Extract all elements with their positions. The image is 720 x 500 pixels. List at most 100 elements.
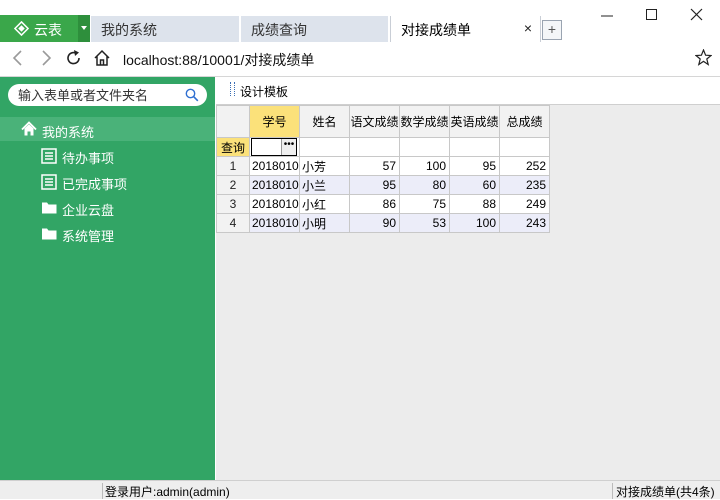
design-template-button[interactable]: 设计模板 — [240, 83, 288, 100]
column-header[interactable]: 姓名 — [299, 105, 350, 138]
tab-label: 成绩查询 — [251, 22, 307, 38]
address-bar: localhost:88/10001/对接成绩单 — [0, 42, 720, 77]
tab-score-sheet[interactable]: 对接成绩单 × — [390, 16, 541, 42]
toolbar-grip-icon — [230, 82, 235, 96]
row-number: 3 — [216, 194, 250, 214]
sidebar-item-cloud-drive[interactable]: 企业云盘 — [0, 197, 215, 219]
back-icon[interactable] — [10, 49, 26, 67]
search-input[interactable] — [18, 86, 178, 104]
query-row: 查询 ••• — [216, 137, 550, 157]
folder-icon — [42, 228, 57, 240]
cell-english[interactable]: 88 — [449, 194, 500, 214]
sidebar-item-label: 企业云盘 — [62, 203, 115, 218]
form-toolbar: 设计模板 — [216, 77, 720, 104]
cell-math[interactable]: 75 — [399, 194, 450, 214]
query-label: 查询 — [216, 137, 250, 157]
column-header[interactable]: 语文成绩 — [349, 105, 400, 138]
sidebar-item-my-system[interactable]: 我的系统 — [0, 117, 215, 141]
tab-close-icon[interactable]: × — [524, 20, 532, 36]
query-cell-id[interactable]: ••• — [249, 137, 300, 157]
cell-total[interactable]: 235 — [499, 175, 550, 195]
cell-name[interactable]: 小明 — [299, 213, 350, 233]
column-header[interactable]: 总成绩 — [499, 105, 550, 138]
cell-chinese[interactable]: 57 — [349, 156, 400, 176]
sidebar-search — [8, 84, 207, 106]
cell-id[interactable]: 2018010 — [249, 194, 300, 214]
search-icon[interactable] — [185, 88, 199, 102]
row-number: 4 — [216, 213, 250, 233]
app-dropdown-button[interactable] — [78, 15, 90, 42]
close-window-icon[interactable] — [690, 8, 704, 22]
home-icon — [21, 121, 37, 136]
cell-english[interactable]: 100 — [449, 213, 500, 233]
table-header-row: 学号 姓名 语文成绩 数学成绩 英语成绩 总成绩 — [216, 105, 550, 138]
tab-label: 对接成绩单 — [401, 22, 471, 38]
query-cell[interactable] — [299, 137, 350, 157]
cell-id[interactable]: 2018010 — [249, 175, 300, 195]
sidebar-item-label: 待办事项 — [62, 151, 115, 166]
list-icon — [41, 148, 57, 164]
login-user-status: 登录用户:admin(admin) — [102, 483, 230, 499]
cell-name[interactable]: 小芳 — [299, 156, 350, 176]
more-icon[interactable]: ••• — [281, 139, 296, 155]
cell-english[interactable]: 60 — [449, 175, 500, 195]
url-text[interactable]: localhost:88/10001/对接成绩单 — [123, 50, 314, 70]
minimize-icon[interactable] — [600, 9, 614, 23]
column-header[interactable]: 数学成绩 — [399, 105, 450, 138]
title-bar: 云表 我的系统 成绩查询 对接成绩单 × + — [0, 0, 720, 42]
cell-total[interactable]: 252 — [499, 156, 550, 176]
table-row[interactable]: 1 2018010 小芳 57 100 95 252 — [216, 156, 550, 176]
cell-chinese[interactable]: 86 — [349, 194, 400, 214]
table-row[interactable]: 4 2018010 小明 90 53 100 243 — [216, 213, 550, 233]
query-cell[interactable] — [399, 137, 450, 157]
row-number: 2 — [216, 175, 250, 195]
app-menu-button[interactable]: 云表 — [0, 15, 90, 42]
sidebar-item-label: 已完成事项 — [62, 177, 128, 192]
column-header[interactable]: 学号 — [249, 105, 300, 138]
chevron-down-icon — [81, 26, 87, 30]
cell-total[interactable]: 243 — [499, 213, 550, 233]
sidebar-item-label: 系统管理 — [62, 229, 115, 244]
sidebar-item-todo[interactable]: 待办事项 — [0, 145, 215, 167]
folder-icon — [42, 202, 57, 214]
refresh-icon[interactable] — [65, 49, 83, 67]
query-cell[interactable] — [349, 137, 400, 157]
cell-chinese[interactable]: 95 — [349, 175, 400, 195]
tab-my-system[interactable]: 我的系统 — [91, 16, 239, 42]
score-table: 学号 姓名 语文成绩 数学成绩 英语成绩 总成绩 查询 ••• 1 201801… — [216, 105, 550, 233]
sidebar-item-completed[interactable]: 已完成事项 — [0, 171, 215, 193]
cell-name[interactable]: 小红 — [299, 194, 350, 214]
tab-score-query[interactable]: 成绩查询 — [241, 16, 388, 42]
query-cell[interactable] — [499, 137, 550, 157]
table-row[interactable]: 3 2018010 小红 86 75 88 249 — [216, 194, 550, 214]
cell-english[interactable]: 95 — [449, 156, 500, 176]
row-number: 1 — [216, 156, 250, 176]
corner-cell — [216, 105, 250, 138]
sidebar-item-system-admin[interactable]: 系统管理 — [0, 223, 215, 245]
tab-label: 我的系统 — [101, 22, 157, 38]
cell-name[interactable]: 小兰 — [299, 175, 350, 195]
forward-icon[interactable] — [38, 49, 54, 67]
cell-math[interactable]: 80 — [399, 175, 450, 195]
new-tab-button[interactable]: + — [542, 20, 562, 40]
query-input[interactable]: ••• — [251, 138, 297, 156]
app-name: 云表 — [34, 22, 62, 38]
maximize-icon[interactable] — [645, 8, 659, 22]
app-logo-icon — [14, 21, 29, 36]
query-cell[interactable] — [449, 137, 500, 157]
cell-math[interactable]: 100 — [399, 156, 450, 176]
form-record-count: 对接成绩单(共4条) — [612, 483, 715, 499]
status-bar: 登录用户:admin(admin) 对接成绩单(共4条) — [0, 480, 720, 499]
cell-chinese[interactable]: 90 — [349, 213, 400, 233]
sidebar: 我的系统 待办事项 已完成事项 企业云盘 系统管理 — [0, 77, 215, 480]
sidebar-item-label: 我的系统 — [42, 125, 95, 140]
grid-area: 学号 姓名 语文成绩 数学成绩 英语成绩 总成绩 查询 ••• 1 201801… — [216, 104, 720, 481]
cell-math[interactable]: 53 — [399, 213, 450, 233]
cell-id[interactable]: 2018010 — [249, 213, 300, 233]
favorite-star-icon[interactable] — [695, 49, 712, 66]
table-row[interactable]: 2 2018010 小兰 95 80 60 235 — [216, 175, 550, 195]
cell-id[interactable]: 2018010 — [249, 156, 300, 176]
column-header[interactable]: 英语成绩 — [449, 105, 500, 138]
home-icon[interactable] — [93, 49, 111, 67]
cell-total[interactable]: 249 — [499, 194, 550, 214]
